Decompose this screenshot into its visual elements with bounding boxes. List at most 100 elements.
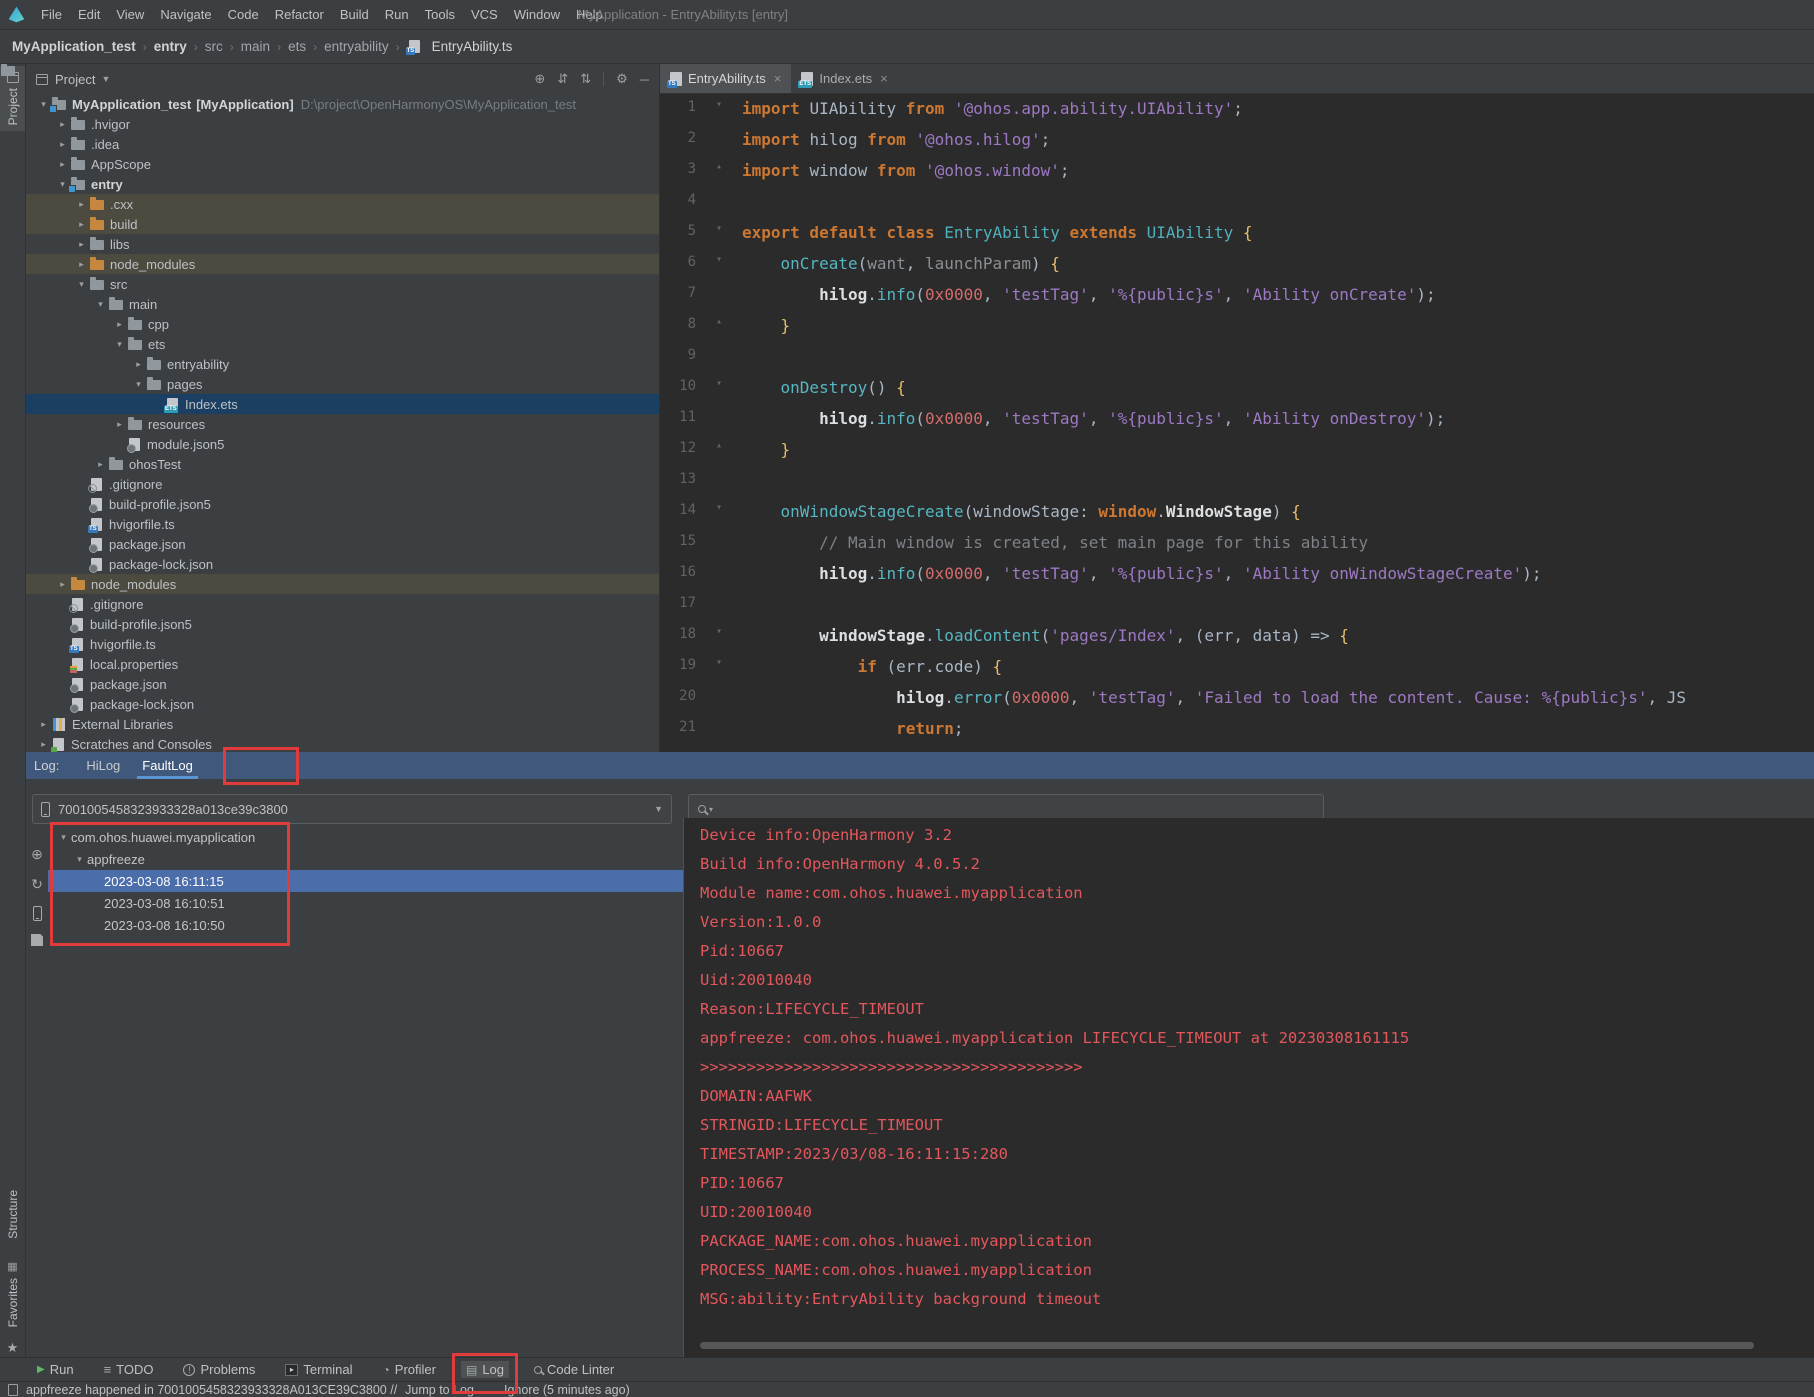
tree-item-local.properties[interactable]: local.properties <box>26 654 659 674</box>
fault-entry-row[interactable]: 2023-03-08 16:10:51 <box>48 892 683 914</box>
folder-icon[interactable] <box>1 66 15 76</box>
collapse-all-icon[interactable]: ⇅ <box>580 71 591 87</box>
menu-file[interactable]: File <box>33 7 70 22</box>
menu-code[interactable]: Code <box>220 7 267 22</box>
tree-item-ohostest[interactable]: ▸ohosTest <box>26 454 659 474</box>
tree-item-.gitignore[interactable]: .gitignore <box>26 474 659 494</box>
breadcrumb-item-main[interactable]: main <box>241 39 270 54</box>
tree-item-build-profile.json5[interactable]: build-profile.json5 <box>26 614 659 634</box>
chevron-right-icon[interactable]: ▸ <box>112 419 127 430</box>
chevron-down-icon[interactable]: ▾ <box>112 339 127 350</box>
tree-item-package.json[interactable]: package.json <box>26 534 659 554</box>
editor[interactable]: EntryAbility.ts×Index.ets× 1▾import UIAb… <box>660 64 1814 752</box>
tree-item-main[interactable]: ▾main <box>26 294 659 314</box>
hide-icon[interactable]: ─ <box>640 72 649 87</box>
tree-item-.idea[interactable]: ▸.idea <box>26 134 659 154</box>
tab-index.ets[interactable]: Index.ets× <box>791 64 897 93</box>
toolbar-problems-button[interactable]: !Problems <box>178 1361 260 1378</box>
chevron-down-icon[interactable]: ▾ <box>72 854 87 865</box>
fold-marker-icon[interactable]: ▾ <box>696 657 742 688</box>
tree-item-module.json5[interactable]: module.json5 <box>26 434 659 454</box>
menu-tools[interactable]: Tools <box>417 7 463 22</box>
chevron-right-icon[interactable]: ▸ <box>74 259 89 270</box>
tree-item-pages[interactable]: ▾pages <box>26 374 659 394</box>
device-icon[interactable] <box>33 906 42 921</box>
menu-navigate[interactable]: Navigate <box>152 7 219 22</box>
tree-item-index.ets[interactable]: Index.ets <box>26 394 659 414</box>
expand-all-icon[interactable]: ⇵ <box>557 71 568 87</box>
chevron-down-icon[interactable]: ▾ <box>74 279 89 290</box>
settings-icon[interactable]: ⚙ <box>616 71 628 87</box>
chevron-down-icon[interactable]: ▾ <box>93 299 108 310</box>
chevron-right-icon[interactable]: ▸ <box>55 579 70 590</box>
save-icon[interactable] <box>31 934 43 946</box>
tree-item-resources[interactable]: ▸resources <box>26 414 659 434</box>
fold-marker-icon[interactable]: ▴ <box>696 161 742 192</box>
menu-vcs[interactable]: VCS <box>463 7 506 22</box>
chevron-right-icon[interactable]: ▸ <box>74 219 89 230</box>
toolbar-todo-button[interactable]: ≡TODO <box>99 1361 159 1378</box>
menu-edit[interactable]: Edit <box>70 7 108 22</box>
stripe-favorites-button[interactable]: Favorites <box>0 1278 25 1327</box>
close-icon[interactable]: × <box>774 71 782 86</box>
tab-faultlog[interactable]: FaultLog <box>131 752 204 779</box>
fold-marker-icon[interactable]: ▾ <box>696 254 742 285</box>
chevron-right-icon[interactable]: ▸ <box>36 719 51 730</box>
fault-entry-row[interactable]: 2023-03-08 16:10:50 <box>48 914 683 936</box>
tree-item-.gitignore[interactable]: .gitignore <box>26 594 659 614</box>
toolbar-terminal-button[interactable]: ▸Terminal <box>280 1361 357 1378</box>
toolbar-log-button[interactable]: ▤Log <box>461 1361 509 1378</box>
tree-item-entryability[interactable]: ▸entryability <box>26 354 659 374</box>
toolbar-run-button[interactable]: ▶Run <box>32 1361 79 1378</box>
menu-refactor[interactable]: Refactor <box>267 7 332 22</box>
chevron-down-icon[interactable]: ▾ <box>131 379 146 390</box>
tree-item-hvigorfile.ts[interactable]: hvigorfile.ts <box>26 634 659 654</box>
chevron-down-icon[interactable]: ▼ <box>101 74 110 84</box>
tree-item-.hvigor[interactable]: ▸.hvigor <box>26 114 659 134</box>
toolbar-code-linter-button[interactable]: Code Linter <box>529 1361 619 1378</box>
fault-detail-panel[interactable]: Device info:OpenHarmony 3.2Build info:Op… <box>684 818 1814 1357</box>
tree-item-cpp[interactable]: ▸cpp <box>26 314 659 334</box>
tree-item-node_modules[interactable]: ▸node_modules <box>26 254 659 274</box>
chevron-right-icon[interactable]: ▸ <box>74 199 89 210</box>
breadcrumb-item-entryability.ts[interactable]: EntryAbility.ts <box>407 39 513 54</box>
fault-package-row[interactable]: ▾com.ohos.huawei.myapplication <box>48 826 683 848</box>
chevron-right-icon[interactable]: ▸ <box>36 739 51 750</box>
jump-to-log-link[interactable]: Jump to Log <box>405 1383 474 1397</box>
chevron-right-icon[interactable]: ▸ <box>74 239 89 250</box>
tree-item-external libraries[interactable]: ▸External Libraries <box>26 714 659 734</box>
chevron-right-icon[interactable]: ▸ <box>93 459 108 470</box>
tree-item-ets[interactable]: ▾ets <box>26 334 659 354</box>
breadcrumb-item-myapplication_test[interactable]: MyApplication_test <box>12 39 136 54</box>
tab-entryability.ts[interactable]: EntryAbility.ts× <box>660 64 791 93</box>
breadcrumb-item-entryability[interactable]: entryability <box>324 39 389 54</box>
fault-group-row[interactable]: ▾appfreeze <box>48 848 683 870</box>
chevron-down-icon[interactable]: ▾ <box>56 832 71 843</box>
menu-build[interactable]: Build <box>332 7 377 22</box>
refresh-icon[interactable]: ↻ <box>31 876 43 893</box>
menu-run[interactable]: Run <box>377 7 417 22</box>
menu-view[interactable]: View <box>108 7 152 22</box>
tree-item-.cxx[interactable]: ▸.cxx <box>26 194 659 214</box>
tree-item-appscope[interactable]: ▸AppScope <box>26 154 659 174</box>
tree-item-libs[interactable]: ▸libs <box>26 234 659 254</box>
fold-marker-icon[interactable]: ▾ <box>696 502 742 533</box>
chevron-right-icon[interactable]: ▸ <box>112 319 127 330</box>
chevron-down-icon[interactable]: ▾ <box>36 99 51 110</box>
tab-hilog[interactable]: HiLog <box>75 752 131 779</box>
tree-item-node_modules[interactable]: ▸node_modules <box>26 574 659 594</box>
fold-marker-icon[interactable]: ▴ <box>696 316 742 347</box>
breadcrumb-item-entry[interactable]: entry <box>154 39 187 54</box>
tree-item-myapplication_test[interactable]: ▾MyApplication_test[MyApplication]D:\pro… <box>26 94 659 114</box>
chevron-down-icon[interactable]: ▾ <box>55 179 70 190</box>
breadcrumb-item-ets[interactable]: ets <box>288 39 306 54</box>
chevron-right-icon[interactable]: ▸ <box>131 359 146 370</box>
tree-item-entry[interactable]: ▾entry <box>26 174 659 194</box>
tree-item-package-lock.json[interactable]: package-lock.json <box>26 554 659 574</box>
ignore-link[interactable]: Ignore (5 minutes ago) <box>504 1383 630 1397</box>
code-area[interactable]: 1▾import UIAbility from '@ohos.app.abili… <box>660 94 1814 750</box>
menu-window[interactable]: Window <box>506 7 568 22</box>
fold-marker-icon[interactable]: ▾ <box>696 223 742 254</box>
chevron-right-icon[interactable]: ▸ <box>55 159 70 170</box>
tree-item-build[interactable]: ▸build <box>26 214 659 234</box>
